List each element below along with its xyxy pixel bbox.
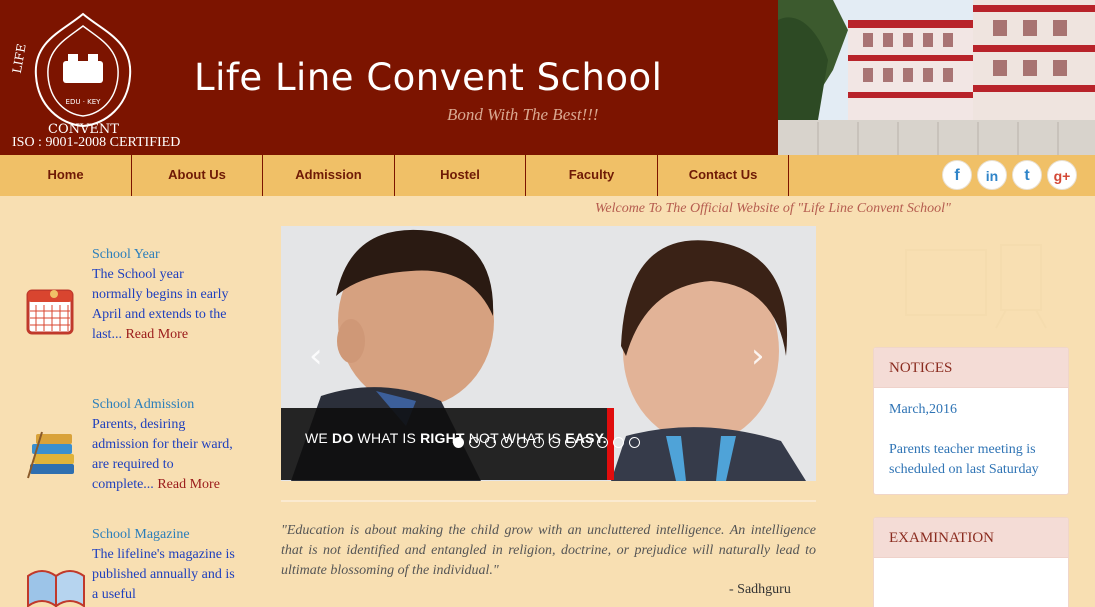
svg-text:LIFE: LIFE xyxy=(10,43,29,75)
notice-date: March,2016 xyxy=(889,402,958,417)
open-book-icon xyxy=(27,570,85,607)
notices-panel: NOTICES March,2016 Parents teacher meeti… xyxy=(873,347,1069,495)
nav-faculty[interactable]: Faculty xyxy=(526,155,658,196)
examination-panel: EXAMINATION xyxy=(873,517,1069,607)
slider-pagination xyxy=(453,433,645,451)
twitter-icon[interactable]: t xyxy=(1012,160,1042,190)
slider-dot[interactable] xyxy=(597,436,608,448)
slider-dot[interactable] xyxy=(533,436,544,448)
school-admission-block: School Admission Parents, desiring admis… xyxy=(92,395,237,495)
slider-dot[interactable] xyxy=(613,436,624,448)
site-tagline: Bond With The Best!!! xyxy=(447,105,599,124)
examination-title: EXAMINATION xyxy=(874,518,1068,558)
site-title: Life Line Convent School xyxy=(194,56,663,99)
hero-slider[interactable]: WE DO WHAT IS RIGHT NOT WHAT IS EASY. ‹ … xyxy=(281,226,816,481)
site-header: EDU · KEY LIFE SCHOOL CONVENT ISO : 9001… xyxy=(0,0,1095,155)
notice-item[interactable]: Parents teacher meeting is scheduled on … xyxy=(889,440,1053,480)
nav-hostel[interactable]: Hostel xyxy=(395,155,526,196)
welcome-marquee: Welcome To The Official Website of "Life… xyxy=(595,201,951,216)
school-year-block: School Year The School year normally beg… xyxy=(92,245,237,345)
slider-dot[interactable] xyxy=(501,436,512,448)
slider-dot[interactable] xyxy=(581,436,592,448)
school-year-read-more[interactable]: Read More xyxy=(125,327,188,342)
caption-part: WE xyxy=(305,430,333,446)
slider-dot[interactable] xyxy=(485,436,496,448)
slider-dot[interactable] xyxy=(629,436,640,448)
slider-dot[interactable] xyxy=(549,436,560,448)
facebook-icon[interactable]: f xyxy=(942,160,972,190)
slider-dot[interactable] xyxy=(565,436,576,448)
nav-about-us[interactable]: About Us xyxy=(132,155,263,196)
linkedin-icon[interactable]: in xyxy=(977,160,1007,190)
school-year-title[interactable]: School Year xyxy=(92,245,237,265)
main-nav: Home About Us Admission Hostel Faculty C… xyxy=(0,155,1095,196)
quote-author: - Sadhguru xyxy=(729,582,791,597)
teacher-board-icon xyxy=(905,244,1047,329)
svg-text:EDU · KEY: EDU · KEY xyxy=(66,98,102,106)
school-magazine-title[interactable]: School Magazine xyxy=(92,525,237,545)
caption-bold: DO xyxy=(332,430,354,446)
school-logo[interactable]: EDU · KEY LIFE SCHOOL CONVENT xyxy=(8,6,158,136)
caption-part: WHAT IS xyxy=(353,430,421,446)
svg-text:CONVENT: CONVENT xyxy=(48,122,119,136)
nav-admission[interactable]: Admission xyxy=(263,155,395,196)
nav-contact-us[interactable]: Contact Us xyxy=(658,155,789,196)
iso-certification: ISO : 9001-2008 CERTIFIED xyxy=(12,135,181,150)
calendar-icon xyxy=(26,289,74,335)
slider-next-icon[interactable]: › xyxy=(751,336,765,376)
school-magazine-block: School Magazine The lifeline's magazine … xyxy=(92,525,237,605)
books-icon xyxy=(27,431,74,479)
notices-body: March,2016 Parents teacher meeting is sc… xyxy=(874,388,1068,492)
slider-dot[interactable] xyxy=(453,436,464,448)
nav-home[interactable]: Home xyxy=(0,155,132,196)
slider-dot[interactable] xyxy=(469,436,480,448)
school-admission-title[interactable]: School Admission xyxy=(92,395,237,415)
content-divider xyxy=(281,500,816,502)
googleplus-icon[interactable]: g+ xyxy=(1047,160,1077,190)
slider-dot[interactable] xyxy=(517,436,528,448)
school-admission-read-more[interactable]: Read More xyxy=(157,477,220,492)
school-magazine-text: The lifeline's magazine is published ann… xyxy=(92,547,235,602)
slider-prev-icon[interactable]: ‹ xyxy=(309,336,323,376)
quote-text: "Education is about making the child gro… xyxy=(281,523,816,578)
notices-title: NOTICES xyxy=(874,348,1068,388)
school-building-photo xyxy=(778,0,1095,155)
